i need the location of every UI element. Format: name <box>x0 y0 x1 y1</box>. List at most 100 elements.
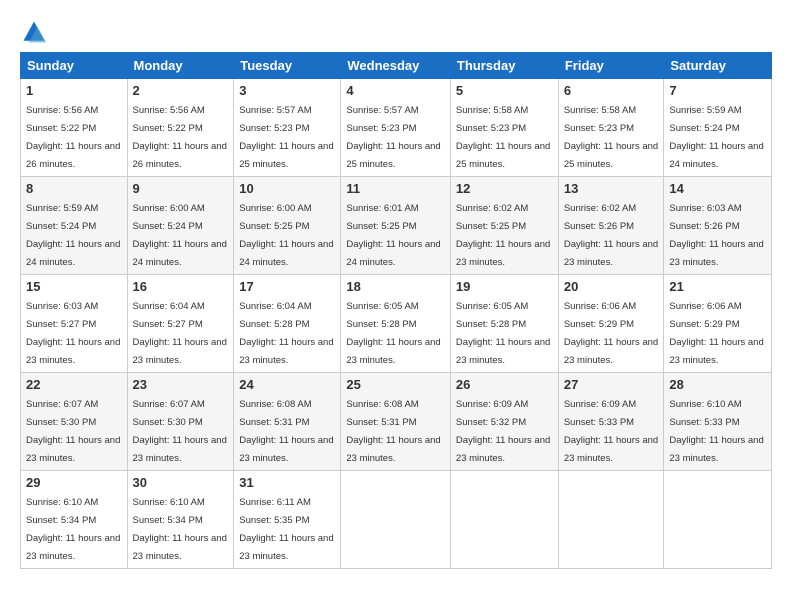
calendar-week-row: 15 Sunrise: 6:03 AMSunset: 5:27 PMDaylig… <box>21 275 772 373</box>
day-number: 18 <box>346 279 445 294</box>
day-number: 5 <box>456 83 553 98</box>
day-info: Sunrise: 6:08 AMSunset: 5:31 PMDaylight:… <box>239 399 333 464</box>
calendar-cell: 11 Sunrise: 6:01 AMSunset: 5:25 PMDaylig… <box>341 177 451 275</box>
day-info: Sunrise: 6:10 AMSunset: 5:34 PMDaylight:… <box>26 497 120 562</box>
day-number: 9 <box>133 181 229 196</box>
day-info: Sunrise: 6:07 AMSunset: 5:30 PMDaylight:… <box>133 399 227 464</box>
day-number: 12 <box>456 181 553 196</box>
day-number: 24 <box>239 377 335 392</box>
calendar-cell: 1 Sunrise: 5:56 AMSunset: 5:22 PMDayligh… <box>21 79 128 177</box>
day-info: Sunrise: 5:59 AMSunset: 5:24 PMDaylight:… <box>26 203 120 268</box>
calendar-cell: 21 Sunrise: 6:06 AMSunset: 5:29 PMDaylig… <box>664 275 772 373</box>
calendar-cell: 29 Sunrise: 6:10 AMSunset: 5:34 PMDaylig… <box>21 471 128 569</box>
calendar-cell: 30 Sunrise: 6:10 AMSunset: 5:34 PMDaylig… <box>127 471 234 569</box>
day-info: Sunrise: 6:00 AMSunset: 5:25 PMDaylight:… <box>239 203 333 268</box>
calendar-day-header: Wednesday <box>341 53 451 79</box>
calendar-cell: 7 Sunrise: 5:59 AMSunset: 5:24 PMDayligh… <box>664 79 772 177</box>
day-info: Sunrise: 6:10 AMSunset: 5:34 PMDaylight:… <box>133 497 227 562</box>
calendar-cell: 25 Sunrise: 6:08 AMSunset: 5:31 PMDaylig… <box>341 373 451 471</box>
calendar-day-header: Friday <box>558 53 664 79</box>
day-number: 8 <box>26 181 122 196</box>
calendar-cell: 8 Sunrise: 5:59 AMSunset: 5:24 PMDayligh… <box>21 177 128 275</box>
calendar-day-header: Thursday <box>450 53 558 79</box>
calendar-cell: 22 Sunrise: 6:07 AMSunset: 5:30 PMDaylig… <box>21 373 128 471</box>
day-number: 17 <box>239 279 335 294</box>
day-info: Sunrise: 5:56 AMSunset: 5:22 PMDaylight:… <box>26 105 120 170</box>
day-number: 16 <box>133 279 229 294</box>
day-number: 26 <box>456 377 553 392</box>
day-info: Sunrise: 6:09 AMSunset: 5:33 PMDaylight:… <box>564 399 658 464</box>
day-number: 15 <box>26 279 122 294</box>
header <box>20 18 772 46</box>
calendar-cell: 16 Sunrise: 6:04 AMSunset: 5:27 PMDaylig… <box>127 275 234 373</box>
day-info: Sunrise: 6:07 AMSunset: 5:30 PMDaylight:… <box>26 399 120 464</box>
day-info: Sunrise: 5:58 AMSunset: 5:23 PMDaylight:… <box>456 105 550 170</box>
day-info: Sunrise: 5:59 AMSunset: 5:24 PMDaylight:… <box>669 105 763 170</box>
day-info: Sunrise: 5:58 AMSunset: 5:23 PMDaylight:… <box>564 105 658 170</box>
day-info: Sunrise: 5:57 AMSunset: 5:23 PMDaylight:… <box>346 105 440 170</box>
day-number: 10 <box>239 181 335 196</box>
day-number: 14 <box>669 181 766 196</box>
calendar-day-header: Monday <box>127 53 234 79</box>
day-number: 19 <box>456 279 553 294</box>
day-number: 30 <box>133 475 229 490</box>
day-info: Sunrise: 6:06 AMSunset: 5:29 PMDaylight:… <box>564 301 658 366</box>
day-number: 11 <box>346 181 445 196</box>
calendar-cell: 10 Sunrise: 6:00 AMSunset: 5:25 PMDaylig… <box>234 177 341 275</box>
day-info: Sunrise: 6:04 AMSunset: 5:27 PMDaylight:… <box>133 301 227 366</box>
day-number: 28 <box>669 377 766 392</box>
day-number: 4 <box>346 83 445 98</box>
day-number: 7 <box>669 83 766 98</box>
calendar-cell: 6 Sunrise: 5:58 AMSunset: 5:23 PMDayligh… <box>558 79 664 177</box>
day-number: 31 <box>239 475 335 490</box>
day-info: Sunrise: 6:05 AMSunset: 5:28 PMDaylight:… <box>346 301 440 366</box>
day-number: 2 <box>133 83 229 98</box>
day-number: 23 <box>133 377 229 392</box>
calendar-cell: 17 Sunrise: 6:04 AMSunset: 5:28 PMDaylig… <box>234 275 341 373</box>
calendar-cell: 20 Sunrise: 6:06 AMSunset: 5:29 PMDaylig… <box>558 275 664 373</box>
calendar-cell: 12 Sunrise: 6:02 AMSunset: 5:25 PMDaylig… <box>450 177 558 275</box>
day-number: 22 <box>26 377 122 392</box>
day-info: Sunrise: 5:56 AMSunset: 5:22 PMDaylight:… <box>133 105 227 170</box>
calendar-day-header: Tuesday <box>234 53 341 79</box>
calendar-cell: 14 Sunrise: 6:03 AMSunset: 5:26 PMDaylig… <box>664 177 772 275</box>
day-number: 29 <box>26 475 122 490</box>
day-info: Sunrise: 6:02 AMSunset: 5:26 PMDaylight:… <box>564 203 658 268</box>
day-info: Sunrise: 6:11 AMSunset: 5:35 PMDaylight:… <box>239 497 333 562</box>
logo <box>20 18 52 46</box>
day-info: Sunrise: 6:05 AMSunset: 5:28 PMDaylight:… <box>456 301 550 366</box>
day-info: Sunrise: 6:02 AMSunset: 5:25 PMDaylight:… <box>456 203 550 268</box>
logo-icon <box>20 18 48 46</box>
day-number: 27 <box>564 377 659 392</box>
page: SundayMondayTuesdayWednesdayThursdayFrid… <box>0 0 792 612</box>
calendar-day-header: Sunday <box>21 53 128 79</box>
calendar-cell: 18 Sunrise: 6:05 AMSunset: 5:28 PMDaylig… <box>341 275 451 373</box>
day-number: 25 <box>346 377 445 392</box>
calendar-cell: 24 Sunrise: 6:08 AMSunset: 5:31 PMDaylig… <box>234 373 341 471</box>
calendar-cell: 5 Sunrise: 5:58 AMSunset: 5:23 PMDayligh… <box>450 79 558 177</box>
calendar-week-row: 29 Sunrise: 6:10 AMSunset: 5:34 PMDaylig… <box>21 471 772 569</box>
day-info: Sunrise: 6:09 AMSunset: 5:32 PMDaylight:… <box>456 399 550 464</box>
calendar: SundayMondayTuesdayWednesdayThursdayFrid… <box>20 52 772 569</box>
day-info: Sunrise: 6:04 AMSunset: 5:28 PMDaylight:… <box>239 301 333 366</box>
day-info: Sunrise: 6:10 AMSunset: 5:33 PMDaylight:… <box>669 399 763 464</box>
calendar-cell <box>664 471 772 569</box>
day-info: Sunrise: 6:00 AMSunset: 5:24 PMDaylight:… <box>133 203 227 268</box>
calendar-cell: 28 Sunrise: 6:10 AMSunset: 5:33 PMDaylig… <box>664 373 772 471</box>
calendar-cell: 27 Sunrise: 6:09 AMSunset: 5:33 PMDaylig… <box>558 373 664 471</box>
calendar-cell <box>558 471 664 569</box>
day-info: Sunrise: 5:57 AMSunset: 5:23 PMDaylight:… <box>239 105 333 170</box>
calendar-cell: 31 Sunrise: 6:11 AMSunset: 5:35 PMDaylig… <box>234 471 341 569</box>
calendar-cell <box>341 471 451 569</box>
day-number: 6 <box>564 83 659 98</box>
calendar-cell: 19 Sunrise: 6:05 AMSunset: 5:28 PMDaylig… <box>450 275 558 373</box>
day-info: Sunrise: 6:06 AMSunset: 5:29 PMDaylight:… <box>669 301 763 366</box>
calendar-week-row: 22 Sunrise: 6:07 AMSunset: 5:30 PMDaylig… <box>21 373 772 471</box>
calendar-cell: 15 Sunrise: 6:03 AMSunset: 5:27 PMDaylig… <box>21 275 128 373</box>
day-number: 1 <box>26 83 122 98</box>
day-number: 21 <box>669 279 766 294</box>
calendar-cell <box>450 471 558 569</box>
day-info: Sunrise: 6:08 AMSunset: 5:31 PMDaylight:… <box>346 399 440 464</box>
calendar-cell: 26 Sunrise: 6:09 AMSunset: 5:32 PMDaylig… <box>450 373 558 471</box>
calendar-cell: 9 Sunrise: 6:00 AMSunset: 5:24 PMDayligh… <box>127 177 234 275</box>
